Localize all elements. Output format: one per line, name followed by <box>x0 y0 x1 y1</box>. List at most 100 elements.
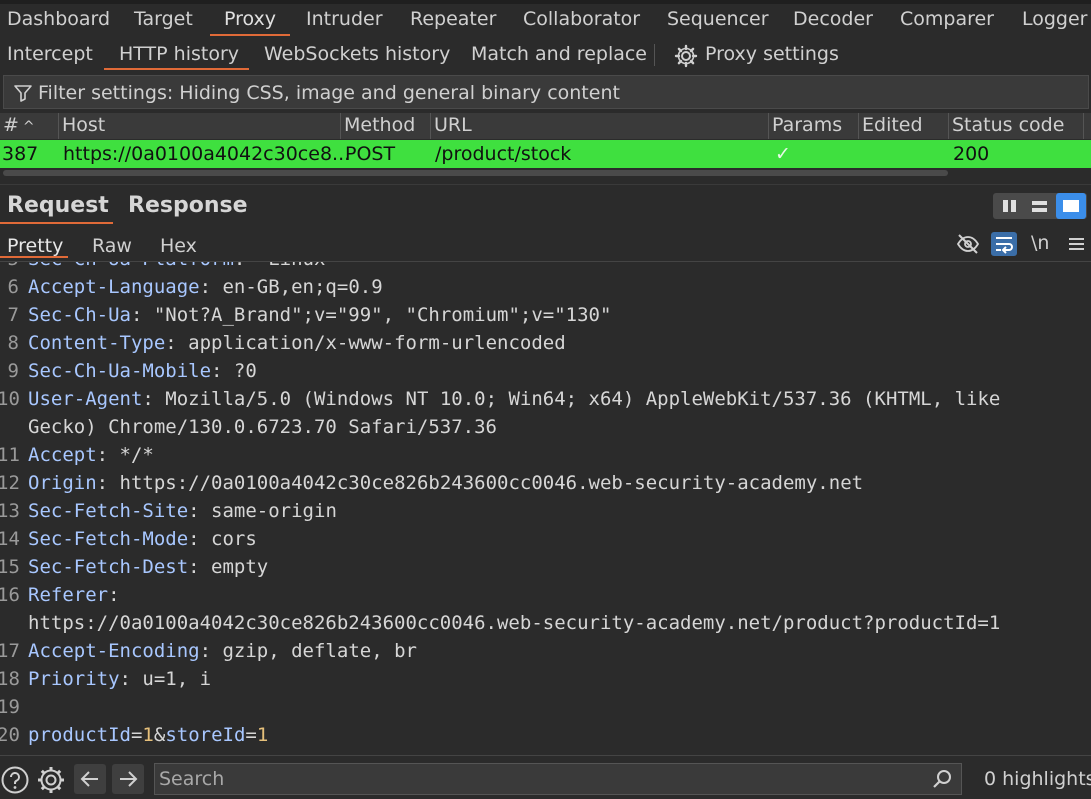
menu-button[interactable] <box>1064 232 1090 256</box>
col-header-label: # <box>3 114 19 136</box>
header-name: Sec-Fetch-Mode <box>28 528 189 550</box>
col-header-method[interactable]: Method <box>341 113 431 139</box>
search-icon <box>933 770 951 788</box>
col-header-params[interactable]: Params <box>769 113 859 139</box>
header-value: empty <box>199 556 269 578</box>
code-text: Accept-Encoding: gzip, deflate, br <box>28 640 417 662</box>
code-text: Gecko) Chrome/130.0.6723.70 Safari/537.3… <box>28 416 497 438</box>
header-name: Origin <box>28 472 97 494</box>
window-top-edge <box>0 0 1091 4</box>
header-value: Gecko) Chrome/130.0.6723.70 Safari/537.3… <box>28 416 497 438</box>
tab-repeater[interactable]: Repeater <box>410 8 496 30</box>
split-vertical-button[interactable] <box>995 193 1025 219</box>
tab-sequencer[interactable]: Sequencer <box>667 8 769 30</box>
line-number: 20 <box>0 724 20 746</box>
show-newlines-button[interactable]: \n <box>1031 232 1049 254</box>
tab-collaborator[interactable]: Collaborator <box>523 8 640 30</box>
history-table: # ^ Host Method URL Params Edited Status … <box>0 113 1091 183</box>
columns-icon <box>1003 200 1016 212</box>
tab-dashboard[interactable]: Dashboard <box>7 8 110 30</box>
next-match-button[interactable] <box>112 764 144 794</box>
tab-target[interactable]: Target <box>134 8 193 30</box>
split-horizontal-button[interactable] <box>1025 193 1055 219</box>
header-value: https://0a0100a4042c30ce826b243600cc0046… <box>28 612 1001 634</box>
tab-intercept[interactable]: Intercept <box>7 43 93 65</box>
code-text: Origin: https://0a0100a4042c30ce826b2436… <box>28 472 864 494</box>
tab-logger[interactable]: Logger <box>1022 8 1088 30</box>
header-name: Accept-Encoding <box>28 640 200 662</box>
tab-pretty[interactable]: Pretty <box>7 235 63 257</box>
code-text: Priority: u=1, i <box>28 668 212 690</box>
settings-button[interactable] <box>36 765 66 795</box>
tab-response[interactable]: Response <box>128 193 248 218</box>
header-value: "Not?A_Brand";v="99", "Chromium";v="130" <box>142 304 612 326</box>
col-header-more[interactable] <box>1084 113 1091 139</box>
cell-status: 200 <box>953 143 990 165</box>
cell-number: 387 <box>2 143 39 165</box>
single-pane-icon <box>1063 200 1079 212</box>
code-text: Sec-Ch-Ua-Platform: "Linux" <box>28 262 337 270</box>
header-name: Sec-Ch-Ua-Mobile <box>28 360 212 382</box>
table-row[interactable]: 387 https://0a0100a4042c30ce8... POST /p… <box>0 140 1091 168</box>
param-name: productId <box>28 724 131 746</box>
search-input[interactable] <box>159 767 919 791</box>
header-name: Accept <box>28 444 97 466</box>
code-text: https://0a0100a4042c30ce826b243600cc0046… <box>28 612 1000 634</box>
header-value: "Linux" <box>245 262 337 270</box>
horizontal-scrollbar[interactable] <box>3 170 948 176</box>
header-name: Content-Type <box>28 332 166 354</box>
header-name: Sec-Fetch-Site <box>28 500 189 522</box>
tab-match-and-replace[interactable]: Match and replace <box>471 43 647 65</box>
col-header-edited[interactable]: Edited <box>859 113 949 139</box>
active-rr-tab-indicator <box>0 222 113 224</box>
col-header-host[interactable]: Host <box>59 113 341 139</box>
header-value: gzip, deflate, br <box>211 640 417 662</box>
request-editor[interactable]: 5 Sec-Ch-Ua-Platform: "Linux" 6 Accept-Lang… <box>0 262 1091 751</box>
gear-icon <box>674 44 698 68</box>
proxy-settings-button[interactable]: Proxy settings <box>674 43 839 68</box>
header-value: */* <box>108 444 154 466</box>
tab-raw[interactable]: Raw <box>92 235 132 257</box>
previous-match-button[interactable] <box>74 764 106 794</box>
line-number: 6 <box>7 276 19 298</box>
header-name: Accept-Language <box>28 276 200 298</box>
line-number: 9 <box>7 360 19 382</box>
word-wrap-button[interactable] <box>991 232 1017 256</box>
tab-websockets-history[interactable]: WebSockets history <box>264 43 450 65</box>
arrow-right-icon <box>120 771 138 787</box>
tab-proxy[interactable]: Proxy <box>224 8 276 30</box>
tab-hex[interactable]: Hex <box>160 235 197 257</box>
param-name: storeId <box>165 724 246 746</box>
proxy-subnav: Intercept HTTP history WebSockets histor… <box>0 38 1091 72</box>
header-name: User-Agent <box>28 388 143 410</box>
filter-icon <box>14 85 32 102</box>
tab-comparer[interactable]: Comparer <box>900 8 994 30</box>
line-number: 7 <box>7 304 19 326</box>
tab-intruder[interactable]: Intruder <box>306 8 383 30</box>
hamburger-menu-icon <box>1069 238 1084 250</box>
active-subtab-indicator <box>104 68 249 70</box>
col-header-number[interactable]: # ^ <box>0 113 59 139</box>
col-header-url[interactable]: URL <box>431 113 769 139</box>
line-number: 18 <box>0 668 20 690</box>
hide-nonprintable-button[interactable] <box>955 232 981 256</box>
header-name: Sec-Ch-Ua-Platform <box>28 262 234 270</box>
cell-host: https://0a0100a4042c30ce8... <box>63 143 351 165</box>
tab-http-history[interactable]: HTTP history <box>119 43 239 65</box>
code-text: productId=1&storeId=1 <box>28 724 269 746</box>
help-button[interactable] <box>0 765 30 795</box>
eye-off-icon <box>956 234 980 254</box>
tabs-layout-button[interactable] <box>1056 193 1086 219</box>
line-number: 17 <box>0 640 20 662</box>
header-value: application/x-www-form-urlencoded <box>176 332 566 354</box>
filter-bar[interactable]: Filter settings: Hiding CSS, image and g… <box>3 75 1089 109</box>
tab-decoder[interactable]: Decoder <box>793 8 873 30</box>
header-value: en-GB,en;q=0.9 <box>211 276 383 298</box>
view-tabs: Pretty Raw Hex \n <box>0 226 1091 262</box>
tab-request[interactable]: Request <box>7 193 109 218</box>
header-value: u=1, i <box>130 668 212 690</box>
code-text: Sec-Fetch-Site: same-origin <box>28 500 337 522</box>
col-header-status[interactable]: Status code <box>949 113 1084 139</box>
proxy-settings-label: Proxy settings <box>705 43 839 65</box>
bottom-search-bar: 0 highlights <box>0 755 1091 799</box>
